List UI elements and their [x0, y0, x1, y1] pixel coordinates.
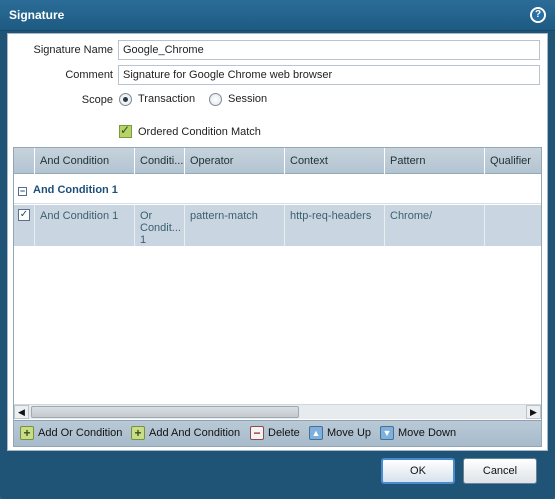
add-icon: +: [20, 426, 34, 440]
column-qualifier[interactable]: Qualifier: [485, 148, 541, 174]
column-and-condition[interactable]: And Condition: [35, 148, 135, 174]
delete-icon: −: [250, 426, 264, 440]
signature-dialog: Signature ? Signature Name Google_Chrome…: [0, 0, 555, 499]
scope-transaction-label[interactable]: Transaction: [138, 93, 195, 105]
conditions-grid: And Condition Conditi... Operator Contex…: [13, 147, 542, 447]
cell-pattern: Chrome/: [385, 205, 485, 246]
column-operator[interactable]: Operator: [185, 148, 285, 174]
cell-and-condition: And Condition 1: [35, 205, 135, 246]
dialog-title: Signature: [9, 8, 65, 22]
signature-name-field[interactable]: Google_Chrome: [118, 40, 540, 60]
ordered-condition-match-label: Ordered Condition Match: [138, 126, 261, 138]
table-row[interactable]: ✓ And Condition 1 Or Condit... 1 pattern…: [14, 205, 541, 246]
dialog-titlebar[interactable]: Signature ?: [0, 0, 555, 31]
scope-transaction-radio[interactable]: [119, 93, 132, 106]
cancel-button[interactable]: Cancel: [463, 458, 537, 484]
arrow-up-icon: ▲: [309, 426, 323, 440]
column-pattern[interactable]: Pattern: [385, 148, 485, 174]
add-icon: +: [131, 426, 145, 440]
select-column-header[interactable]: [14, 148, 35, 174]
comment-label: Comment: [65, 69, 113, 81]
column-condition[interactable]: Conditi...: [135, 148, 185, 174]
add-and-condition-label: Add And Condition: [149, 427, 241, 439]
comment-field[interactable]: Signature for Google Chrome web browser: [118, 65, 540, 85]
check-icon: ✓: [120, 123, 131, 137]
cell-qualifier: [485, 205, 541, 246]
ordered-condition-match-checkbox[interactable]: ✓: [119, 123, 132, 138]
group-row[interactable]: − And Condition 1: [14, 174, 541, 204]
collapse-icon[interactable]: −: [18, 187, 27, 196]
scroll-left-arrow-icon[interactable]: ◀: [14, 405, 29, 419]
cell-operator: pattern-match: [185, 205, 285, 246]
delete-label: Delete: [268, 427, 300, 439]
scrollbar-thumb[interactable]: [31, 406, 299, 418]
move-up-label: Move Up: [327, 427, 372, 439]
grid-toolbar: + Add Or Condition + Add And Condition −…: [14, 420, 541, 446]
ok-button[interactable]: OK: [381, 458, 455, 484]
column-context[interactable]: Context: [285, 148, 385, 174]
group-label: And Condition 1: [33, 184, 118, 196]
help-icon[interactable]: ?: [530, 7, 546, 23]
scroll-right-arrow-icon[interactable]: ▶: [526, 405, 541, 419]
cell-context: http-req-headers: [285, 205, 385, 246]
arrow-down-icon: ▼: [380, 426, 394, 440]
signature-name-label: Signature Name: [33, 44, 114, 56]
horizontal-scrollbar[interactable]: ◀ ▶: [14, 404, 541, 419]
grid-header: And Condition Conditi... Operator Contex…: [14, 148, 541, 174]
row-checkbox[interactable]: ✓: [18, 209, 30, 221]
dialog-content: Signature Name Google_Chrome Comment Sig…: [7, 33, 548, 451]
move-down-label: Move Down: [398, 427, 457, 439]
scope-session-radio[interactable]: [209, 93, 222, 106]
scope-session-label[interactable]: Session: [228, 93, 267, 105]
cell-condition: Or Condit... 1: [135, 205, 185, 246]
add-or-condition-label: Add Or Condition: [38, 427, 123, 439]
scope-label: Scope: [81, 94, 113, 106]
row-select-cell[interactable]: ✓: [14, 205, 35, 246]
